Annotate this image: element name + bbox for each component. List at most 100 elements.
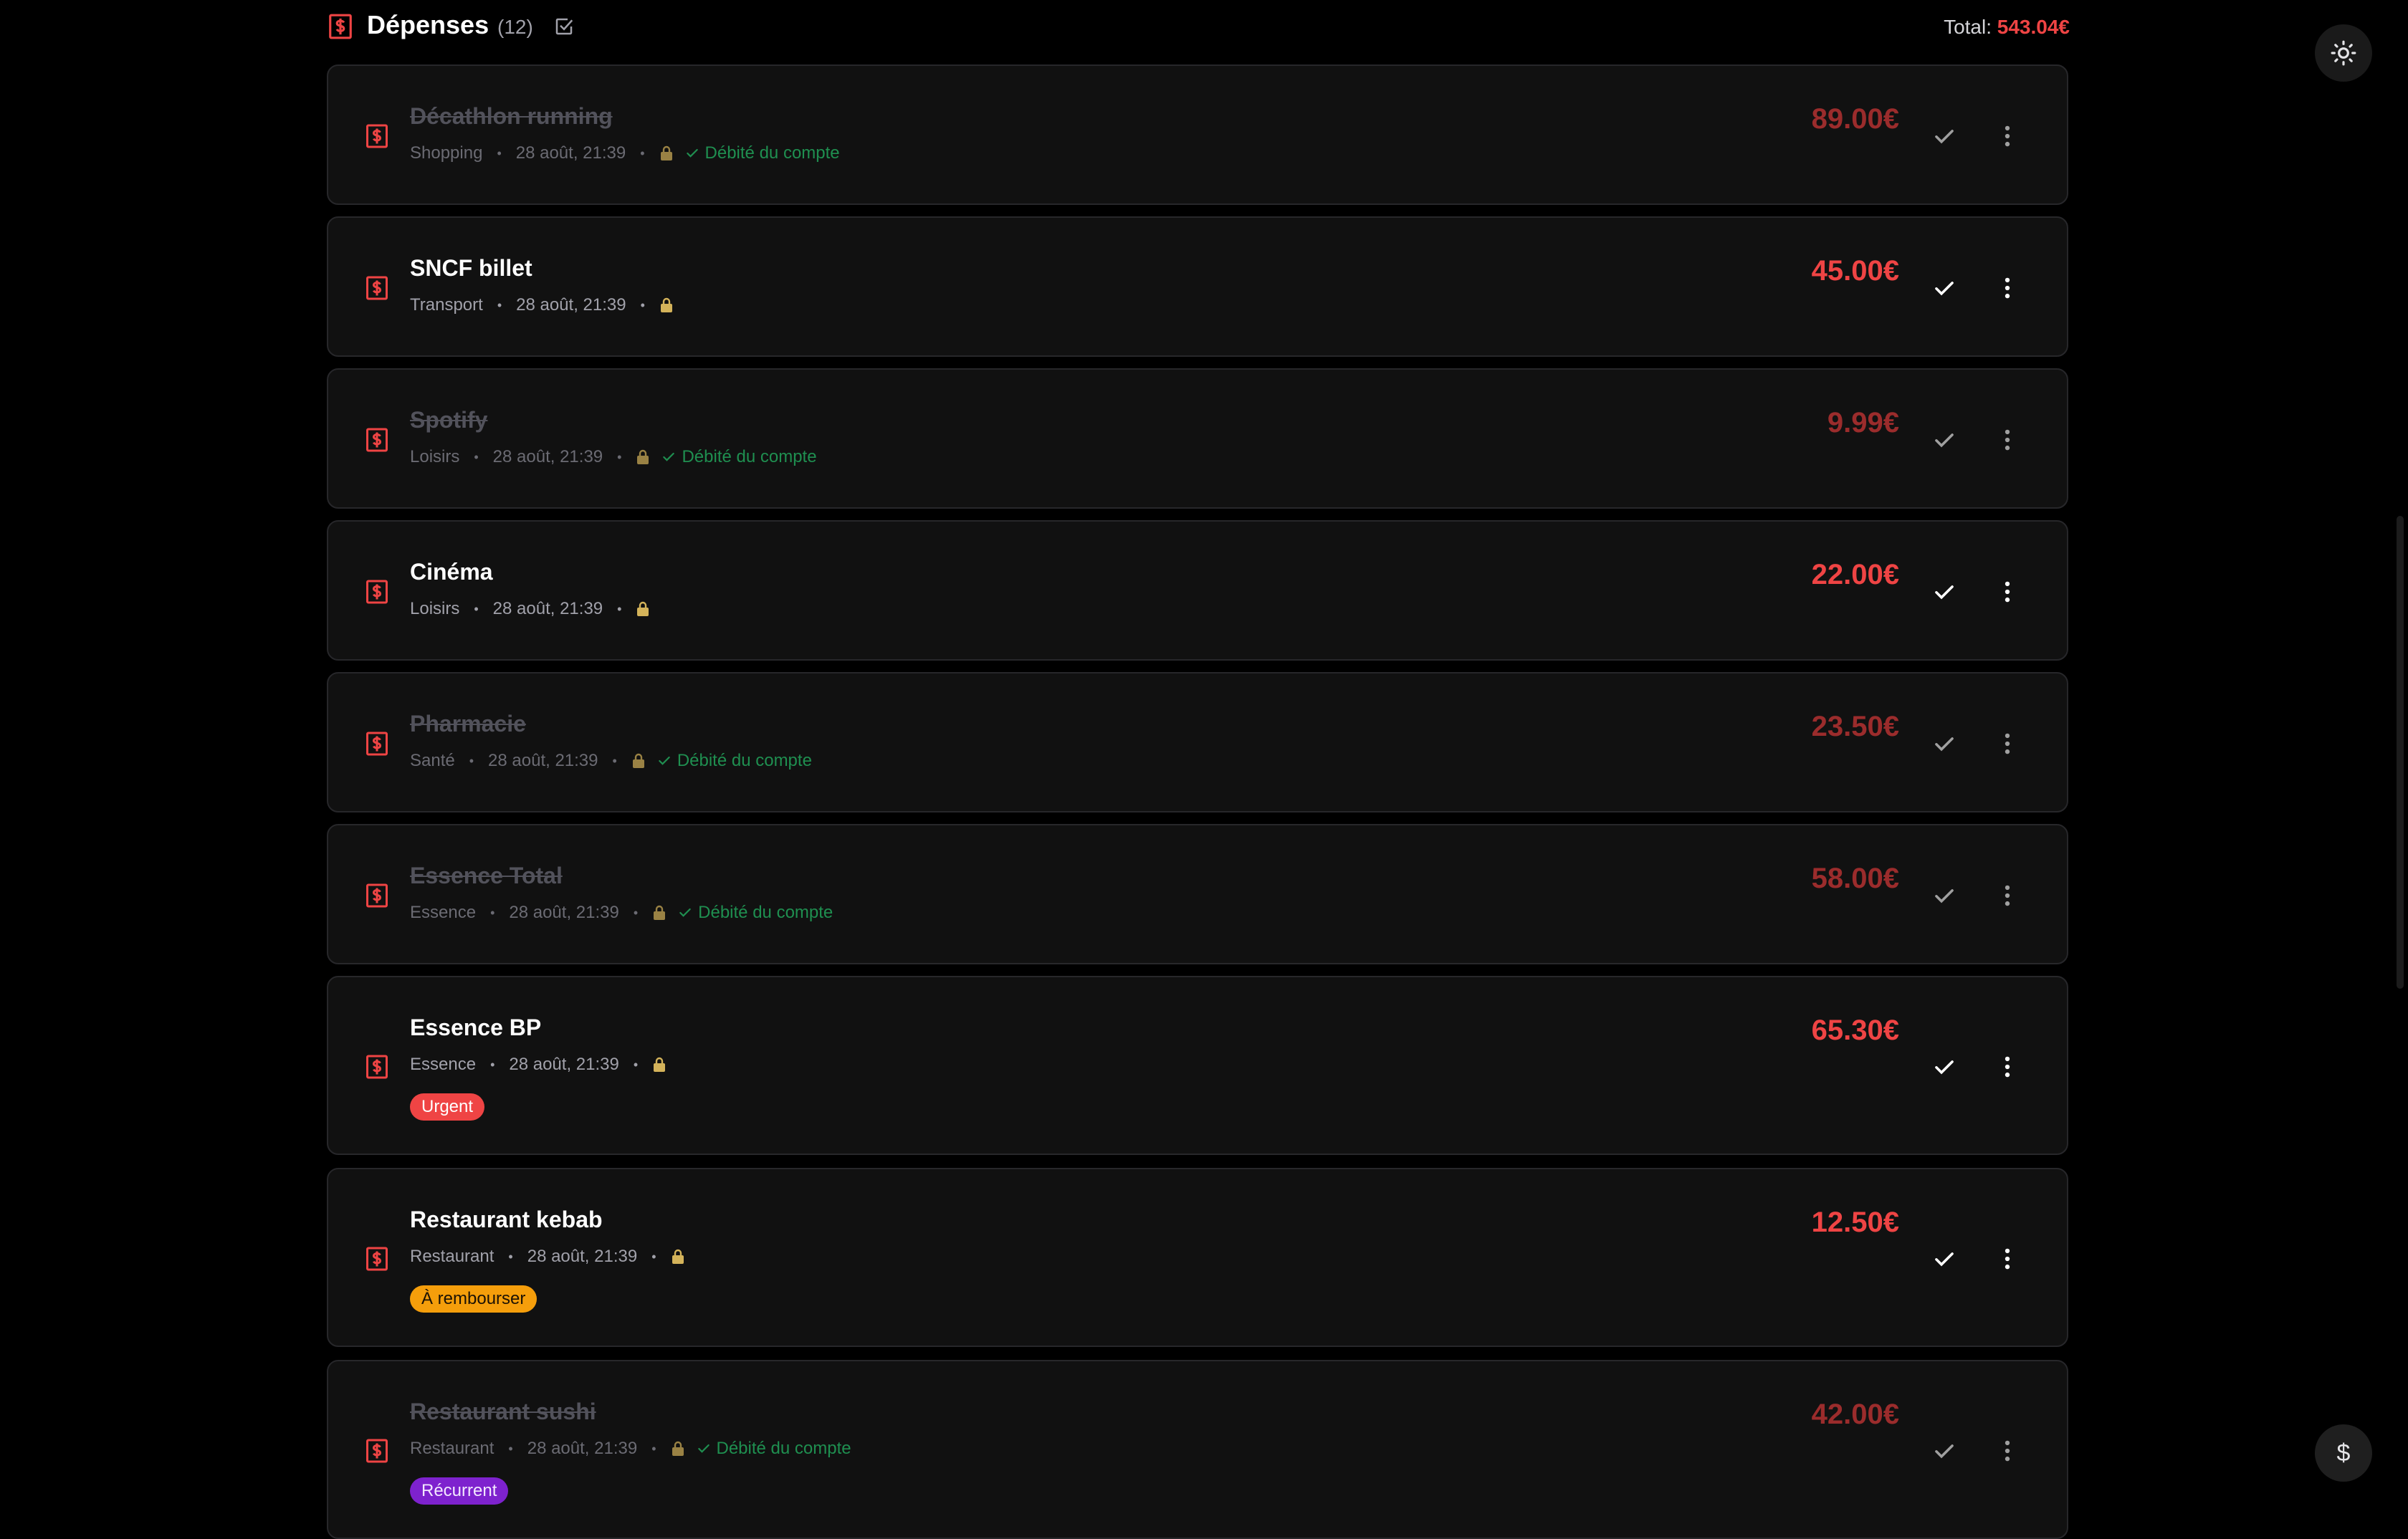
expense-meta: Essence • 28 août, 21:39 • (410, 1055, 666, 1075)
expense-amount: 22.00€ (1811, 559, 1899, 590)
total: Total: 543.04€ (1944, 16, 2070, 39)
dollar-document-icon (364, 1246, 390, 1272)
expense-meta: Shopping • 28 août, 21:39 • Débité du co… (410, 143, 840, 163)
separator-dot: • (490, 1057, 495, 1072)
expense-name: Pharmacie (410, 711, 526, 737)
separator-dot: • (640, 297, 645, 312)
dollar-document-icon (364, 731, 390, 757)
expense-amount: 42.00€ (1811, 1399, 1899, 1430)
expense-card[interactable]: SNCF billet Transport • 28 août, 21:39 •… (327, 216, 2068, 357)
expense-count: (12) (497, 16, 533, 38)
separator-dot: • (469, 753, 474, 768)
expense-meta: Restaurant • 28 août, 21:39 • (410, 1247, 685, 1267)
expense-card[interactable]: Restaurant sushi Restaurant • 28 août, 2… (327, 1360, 2068, 1539)
expense-tag: Urgent (410, 1093, 485, 1121)
expense-amount: 58.00€ (1811, 863, 1899, 894)
mark-debited-button[interactable] (1931, 1437, 1958, 1464)
debited-label: Débité du compte (682, 447, 817, 466)
expense-category: Essence (410, 903, 477, 922)
more-options-icon[interactable] (1994, 578, 2021, 605)
expense-date: 28 août, 21:39 (492, 447, 603, 466)
separator-dot: • (612, 753, 617, 768)
total-amount: 543.04€ (1997, 16, 2070, 38)
mark-debited-button[interactable] (1931, 1245, 1958, 1272)
expense-card[interactable]: Essence Total Essence • 28 août, 21:39 •… (327, 824, 2068, 964)
more-options-icon[interactable] (1994, 1053, 2021, 1080)
more-options-icon[interactable] (1994, 123, 2021, 150)
debited-status: Débité du compte (661, 447, 817, 467)
mark-debited-button[interactable] (1931, 578, 1958, 605)
expense-name: Spotify (410, 407, 488, 433)
expense-name: Essence Total (410, 863, 563, 888)
checkbox-icon[interactable] (553, 16, 575, 37)
expense-amount: 9.99€ (1827, 407, 1899, 438)
sun-icon (2331, 40, 2356, 66)
add-expense-button[interactable]: $ (2315, 1424, 2372, 1482)
lock-icon (671, 1249, 685, 1265)
expense-meta: Transport • 28 août, 21:39 • (410, 295, 674, 315)
separator-dot: • (633, 905, 639, 920)
separator-dot: • (617, 601, 622, 616)
more-options-icon[interactable] (1994, 730, 2021, 757)
expense-date: 28 août, 21:39 (509, 903, 619, 922)
expense-date: 28 août, 21:39 (516, 295, 626, 315)
lock-icon (652, 905, 666, 921)
total-label: Total: (1944, 16, 1992, 38)
expense-category: Shopping (410, 143, 483, 163)
expense-category: Restaurant (410, 1439, 494, 1458)
dollar-icon: $ (2336, 1439, 2351, 1467)
check-icon (661, 450, 682, 464)
mark-debited-button[interactable] (1931, 123, 1958, 150)
expense-date: 28 août, 21:39 (527, 1439, 638, 1458)
dollar-document-icon (364, 883, 390, 908)
expense-meta: Loisirs • 28 août, 21:39 • Débité du com… (410, 447, 817, 467)
mark-debited-button[interactable] (1931, 1053, 1958, 1080)
expense-date: 28 août, 21:39 (492, 599, 603, 618)
mark-debited-button[interactable] (1931, 274, 1958, 302)
expense-name: Restaurant kebab (410, 1207, 603, 1232)
dollar-document-icon (364, 579, 390, 605)
expense-date: 28 août, 21:39 (527, 1247, 638, 1266)
expense-category: Loisirs (410, 599, 460, 618)
more-options-icon[interactable] (1994, 274, 2021, 302)
expense-card[interactable]: Cinéma Loisirs • 28 août, 21:39 • 22.00€ (327, 520, 2068, 661)
expense-name: Décathlon running (410, 103, 613, 129)
dollar-document-icon (364, 1438, 390, 1464)
separator-dot: • (617, 449, 622, 464)
dollar-document-icon (329, 14, 352, 39)
mark-debited-button[interactable] (1931, 730, 1958, 757)
expense-amount: 45.00€ (1811, 255, 1899, 287)
expense-name: Cinéma (410, 559, 493, 585)
expenses-header: Dépenses (12) Total: 543.04€ (327, 0, 2070, 53)
lock-icon (636, 601, 650, 617)
expense-amount: 89.00€ (1811, 103, 1899, 135)
expense-card[interactable]: Pharmacie Santé • 28 août, 21:39 • Débit… (327, 672, 2068, 812)
scrollbar[interactable] (2397, 516, 2404, 989)
expense-name: SNCF billet (410, 255, 532, 281)
expense-card[interactable]: Essence BP Essence • 28 août, 21:39 • Ur… (327, 976, 2068, 1155)
separator-dot: • (474, 601, 479, 616)
expense-meta: Santé • 28 août, 21:39 • Débité du compt… (410, 751, 812, 771)
dollar-document-icon (364, 427, 390, 453)
debited-label: Débité du compte (704, 143, 840, 163)
separator-dot: • (640, 145, 645, 160)
expense-category: Loisirs (410, 447, 460, 466)
more-options-icon[interactable] (1994, 1245, 2021, 1272)
separator-dot: • (633, 1057, 639, 1072)
expense-card[interactable]: Spotify Loisirs • 28 août, 21:39 • Débit… (327, 368, 2068, 509)
debited-status: Débité du compte (697, 1439, 851, 1459)
more-options-icon[interactable] (1994, 1437, 2021, 1464)
expense-name: Essence BP (410, 1015, 542, 1040)
mark-debited-button[interactable] (1931, 882, 1958, 909)
expense-card[interactable]: Décathlon running Shopping • 28 août, 21… (327, 64, 2068, 205)
theme-toggle-button[interactable] (2315, 24, 2372, 82)
more-options-icon[interactable] (1994, 882, 2021, 909)
separator-dot: • (497, 145, 502, 160)
debited-status: Débité du compte (657, 751, 812, 771)
debited-status: Débité du compte (678, 903, 833, 923)
expense-date: 28 août, 21:39 (488, 751, 598, 770)
debited-label: Débité du compte (716, 1439, 851, 1458)
more-options-icon[interactable] (1994, 426, 2021, 454)
expense-card[interactable]: Restaurant kebab Restaurant • 28 août, 2… (327, 1168, 2068, 1347)
mark-debited-button[interactable] (1931, 426, 1958, 454)
